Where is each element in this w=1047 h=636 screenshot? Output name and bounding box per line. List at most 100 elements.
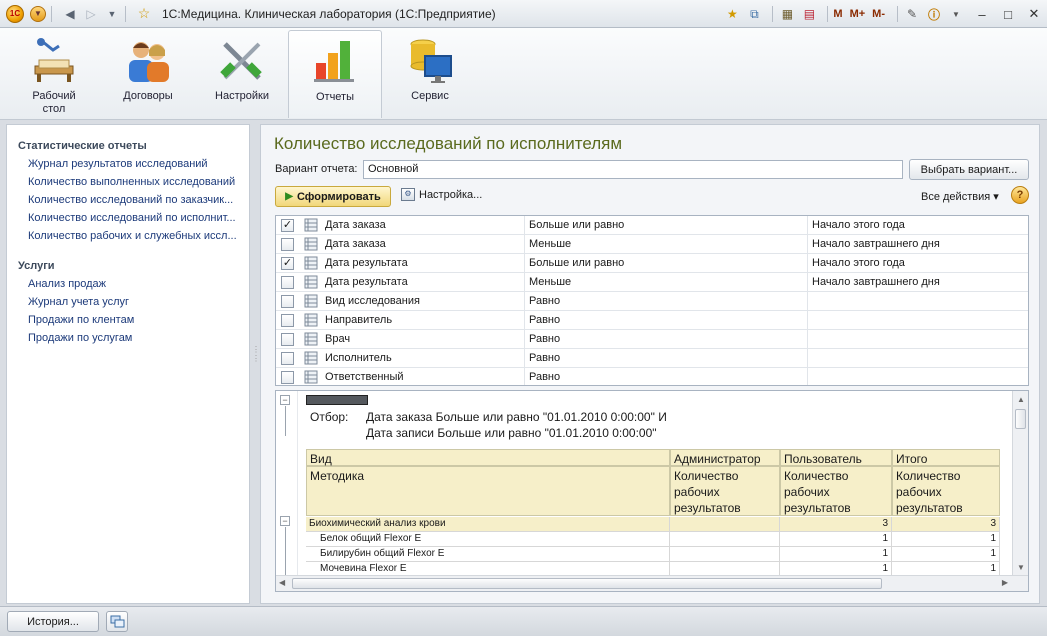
collapse-icon[interactable]: − bbox=[280, 395, 290, 405]
filter-condition[interactable]: Равно bbox=[524, 310, 806, 330]
nav-link-services-journal[interactable]: Журнал учета услуг bbox=[7, 293, 239, 311]
filter-condition[interactable]: Меньше bbox=[524, 272, 806, 292]
row-value-cell[interactable]: 1 bbox=[892, 532, 1000, 547]
row-value-cell[interactable]: 3 bbox=[892, 517, 1000, 532]
filter-row[interactable]: Ответственный Равно bbox=[276, 367, 1028, 385]
filter-row[interactable]: Врач Равно bbox=[276, 329, 1028, 349]
filter-value[interactable] bbox=[807, 348, 1028, 368]
row-value-cell[interactable]: 3 bbox=[780, 517, 892, 532]
filter-condition[interactable]: Равно bbox=[524, 291, 806, 311]
variant-field[interactable]: Основной bbox=[363, 160, 903, 179]
nav-link-sales-by-services[interactable]: Продажи по услугам bbox=[7, 329, 239, 347]
filter-value[interactable] bbox=[807, 367, 1028, 385]
row-value-cell[interactable]: 1 bbox=[780, 547, 892, 562]
filter-checkbox[interactable] bbox=[281, 237, 294, 251]
filter-row[interactable]: Направитель Равно bbox=[276, 310, 1028, 330]
filter-condition[interactable]: Равно bbox=[524, 348, 806, 368]
filter-value[interactable] bbox=[807, 310, 1028, 330]
filter-condition[interactable]: Равно bbox=[524, 329, 806, 349]
filter-row[interactable]: Исполнитель Равно bbox=[276, 348, 1028, 368]
app-logo-icon[interactable]: 1С bbox=[6, 4, 24, 23]
add-favorite-icon[interactable]: ★ bbox=[723, 5, 741, 23]
filter-value[interactable]: Начало этого года bbox=[807, 216, 1028, 235]
scroll-down-icon[interactable]: ▼ bbox=[1013, 559, 1028, 575]
nav-link-by-performer[interactable]: Количество исследований по исполнит... bbox=[7, 209, 239, 227]
filter-row[interactable]: ✓ Дата результата Больше или равно Начало э… bbox=[276, 253, 1028, 273]
filter-checkbox[interactable]: ✓ bbox=[281, 218, 294, 232]
row-value-cell[interactable]: 1 bbox=[780, 532, 892, 547]
row-value-cell[interactable]: 1 bbox=[892, 547, 1000, 562]
row-name-cell[interactable]: Белок общий Flexor E bbox=[306, 532, 670, 547]
filter-value[interactable]: Начало завтрашнего дня bbox=[807, 234, 1028, 254]
settings-button[interactable]: ⚙ Настройка... bbox=[401, 188, 482, 201]
filter-value[interactable]: Начало завтрашнего дня bbox=[807, 272, 1028, 292]
nav-link-completed-count[interactable]: Количество выполненных исследований bbox=[7, 173, 239, 191]
forward-icon[interactable]: ▷ bbox=[83, 6, 99, 22]
choose-variant-button[interactable]: Выбрать вариант... bbox=[909, 159, 1029, 180]
filter-checkbox[interactable] bbox=[281, 332, 294, 346]
panel-splitter[interactable]: ⋮ ⋮ bbox=[252, 345, 260, 375]
filter-row[interactable]: Вид исследования Равно bbox=[276, 291, 1028, 311]
section-reports[interactable]: Отчеты bbox=[288, 30, 382, 118]
favorites-star-icon[interactable]: ☆ bbox=[136, 5, 152, 22]
nav-link-working-service[interactable]: Количество рабочих и служебных иссл... bbox=[7, 227, 239, 245]
filter-checkbox[interactable] bbox=[281, 294, 294, 308]
filter-value[interactable] bbox=[807, 291, 1028, 311]
nav-link-sales-analysis[interactable]: Анализ продаж bbox=[7, 275, 239, 293]
main-menu-icon[interactable]: ▼ bbox=[30, 5, 46, 22]
row-value-cell[interactable] bbox=[670, 547, 780, 562]
horizontal-scrollbar[interactable]: ◀ ▶ bbox=[276, 575, 1028, 591]
filter-value[interactable] bbox=[807, 329, 1028, 349]
generate-button[interactable]: ▶ Сформировать bbox=[275, 186, 391, 207]
scroll-right-icon[interactable]: ▶ bbox=[1002, 578, 1008, 587]
memory-minus-button[interactable]: M- bbox=[872, 8, 885, 20]
calendar-icon[interactable]: ▤ bbox=[800, 5, 818, 23]
scroll-thumb[interactable] bbox=[292, 578, 882, 589]
tools-icon[interactable]: ✎ bbox=[903, 5, 921, 23]
filter-condition[interactable]: Равно bbox=[524, 367, 806, 385]
filter-row[interactable]: Дата результата Меньше Начало завтрашнего … bbox=[276, 272, 1028, 292]
filter-value[interactable]: Начало этого года bbox=[807, 253, 1028, 273]
vertical-scrollbar[interactable]: ▲ ▼ bbox=[1012, 391, 1028, 575]
close-button[interactable]: ✕ bbox=[1021, 5, 1047, 23]
filter-row[interactable]: Дата заказа Меньше Начало завтрашнего дня bbox=[276, 234, 1028, 254]
all-actions-menu[interactable]: Все действия ▾ bbox=[921, 190, 999, 203]
filter-condition[interactable]: Больше или равно bbox=[524, 253, 806, 273]
section-desktop[interactable]: Рабочий стол bbox=[14, 30, 94, 118]
link-icon[interactable]: ⧉ bbox=[745, 5, 763, 23]
section-settings[interactable]: Настройки bbox=[202, 30, 282, 118]
calculator-icon[interactable]: ▦ bbox=[778, 5, 796, 23]
nav-link-by-customer[interactable]: Количество исследований по заказчик... bbox=[7, 191, 239, 209]
windows-switch-button[interactable] bbox=[106, 611, 128, 632]
back-icon[interactable]: ◀ bbox=[62, 6, 78, 22]
dropdown-icon[interactable]: ▼ bbox=[947, 5, 965, 23]
scroll-thumb[interactable] bbox=[1015, 409, 1026, 429]
row-name-cell[interactable]: Билирубин общий Flexor E bbox=[306, 547, 670, 562]
section-service[interactable]: Сервис bbox=[390, 30, 470, 118]
selected-cell[interactable] bbox=[306, 395, 368, 405]
minimize-button[interactable]: – bbox=[969, 5, 995, 23]
filter-checkbox[interactable] bbox=[281, 370, 294, 384]
help-icon[interactable]: ? bbox=[1011, 186, 1029, 204]
history-button[interactable]: История... bbox=[7, 611, 99, 632]
filter-checkbox[interactable] bbox=[281, 313, 294, 327]
scroll-left-icon[interactable]: ◀ bbox=[279, 578, 285, 587]
row-value-cell[interactable] bbox=[670, 517, 780, 532]
filter-checkbox[interactable] bbox=[281, 351, 294, 365]
filter-row[interactable]: ✓ Дата заказа Больше или равно Начало этого… bbox=[276, 216, 1028, 235]
memory-plus-button[interactable]: M+ bbox=[850, 8, 866, 20]
filter-condition[interactable]: Больше или равно bbox=[524, 216, 806, 235]
nav-link-sales-by-clients[interactable]: Продажи по клентам bbox=[7, 311, 239, 329]
filter-checkbox[interactable]: ✓ bbox=[281, 256, 294, 270]
nav-link-results-journal[interactable]: Журнал результатов исследований bbox=[7, 155, 239, 173]
row-value-cell[interactable] bbox=[670, 532, 780, 547]
info-icon[interactable]: ⓘ bbox=[925, 5, 943, 23]
row-name-cell[interactable]: Биохимический анализ крови bbox=[306, 517, 670, 532]
maximize-button[interactable]: □ bbox=[995, 5, 1021, 23]
collapse-icon[interactable]: − bbox=[280, 516, 290, 526]
filter-checkbox[interactable] bbox=[281, 275, 294, 289]
filter-condition[interactable]: Меньше bbox=[524, 234, 806, 254]
memory-button[interactable]: M bbox=[833, 8, 842, 20]
history-dropdown-icon[interactable]: ▼ bbox=[104, 6, 120, 22]
scroll-up-icon[interactable]: ▲ bbox=[1013, 391, 1028, 407]
